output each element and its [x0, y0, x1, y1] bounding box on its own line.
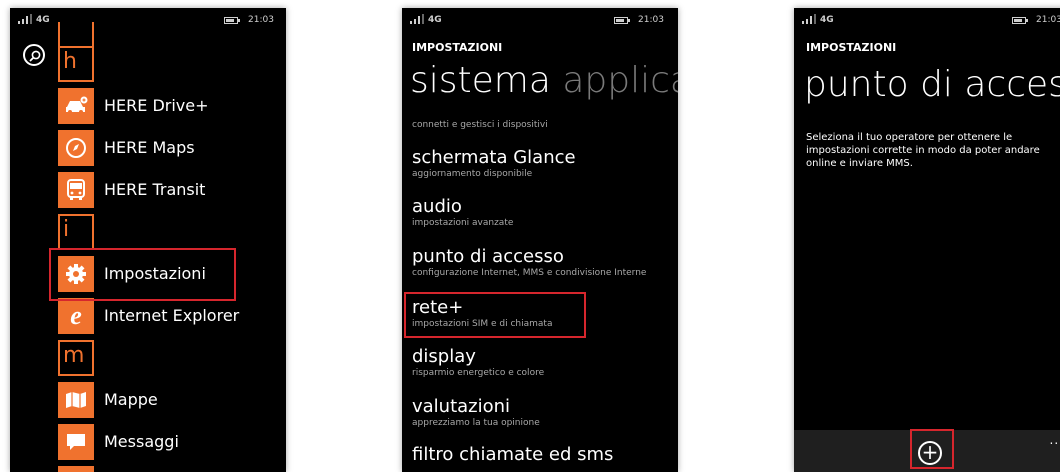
network-type: 4G — [428, 15, 442, 25]
settings-item-title: punto di accesso — [412, 246, 564, 267]
letter-tile-i[interactable]: i — [58, 214, 94, 250]
letter-tile-m[interactable]: m — [58, 340, 94, 376]
page-header: IMPOSTAZIONI — [412, 41, 503, 54]
settings-item-valutazioni[interactable]: valutazioni apprezziamo la tua opinione — [412, 396, 540, 429]
signal-icon — [18, 14, 32, 24]
settings-item-title: schermata Glance — [412, 147, 576, 168]
app-here-drive[interactable]: HERE Drive+ — [58, 88, 278, 124]
settings-item-filtro-chiamate[interactable]: filtro chiamate ed sms — [412, 444, 613, 466]
app-internet-explorer[interactable]: e Internet Explorer — [58, 298, 278, 334]
app-mappe[interactable]: Mappe — [58, 382, 278, 418]
phone-screen-access-point: 4G 21:03 IMPOSTAZIONI punto di acces Sel… — [794, 8, 1060, 472]
page-header: IMPOSTAZIONI — [806, 41, 897, 54]
app-messaggi[interactable]: Messaggi — [58, 424, 278, 460]
status-time: 21:03 — [1036, 15, 1060, 25]
app-label: HERE Drive+ — [104, 96, 209, 115]
status-bar: 4G 21:03 — [794, 8, 1060, 30]
app-icon — [58, 466, 94, 472]
message-icon — [58, 424, 94, 460]
car-icon — [58, 88, 94, 124]
letter-tile-g[interactable] — [58, 22, 94, 48]
highlight-box — [910, 429, 954, 469]
settings-item-display[interactable]: display risparmio energetico e colore — [412, 346, 544, 379]
settings-item-title: display — [412, 346, 476, 367]
settings-item-subtitle: configurazione Internet, MMS e condivisi… — [412, 268, 647, 278]
settings-item-subtitle: risparmio energetico e colore — [412, 368, 545, 378]
pivot-tab-applicazioni[interactable]: applica — [562, 60, 678, 101]
battery-icon — [614, 17, 630, 24]
page-description: Seleziona il tuo operatore per ottenere … — [806, 132, 1040, 169]
letter-tile-h[interactable]: h — [58, 46, 94, 82]
more-options-button[interactable]: ... — [1050, 433, 1060, 447]
settings-item-subtitle: impostazioni avanzate — [412, 218, 514, 228]
bus-icon — [58, 172, 94, 208]
settings-item-glance[interactable]: schermata Glance aggiornamento disponibi… — [412, 147, 576, 180]
app-label: Mappe — [104, 390, 158, 409]
network-type: 4G — [36, 15, 50, 25]
settings-item-subtitle: aggiornamento disponibile — [412, 169, 533, 179]
pivot-tab-sistema[interactable]: sistema — [410, 60, 551, 101]
status-bar: 4G 21:03 — [10, 8, 286, 30]
app-label: HERE Transit — [104, 180, 206, 199]
page-title: punto di acces — [804, 64, 1060, 105]
signal-icon — [410, 14, 424, 24]
status-time: 21:03 — [248, 15, 274, 25]
phone-screen-settings: 4G 21:03 IMPOSTAZIONI sistema applica co… — [402, 8, 678, 472]
battery-icon — [224, 17, 240, 24]
settings-item-title: valutazioni — [412, 396, 511, 417]
app-next-partial[interactable] — [58, 466, 278, 472]
highlight-box — [404, 292, 586, 338]
settings-item-title: audio — [412, 196, 462, 217]
settings-item-audio[interactable]: audio impostazioni avanzate — [412, 196, 513, 229]
settings-item-title: filtro chiamate ed sms — [412, 444, 614, 465]
network-type: 4G — [820, 15, 834, 25]
app-label: Internet Explorer — [104, 306, 240, 325]
app-here-maps[interactable]: HERE Maps — [58, 130, 278, 166]
signal-icon — [802, 14, 816, 24]
battery-icon — [1012, 17, 1028, 24]
highlight-box — [49, 248, 236, 301]
settings-item-subtitle: connetti e gestisci i dispositivi — [412, 120, 548, 130]
phone-screen-app-list: 4G 21:03 h HERE Drive+ HERE Maps HERE Tr… — [10, 8, 286, 472]
settings-item-punto-di-accesso[interactable]: punto di accesso configurazione Internet… — [412, 246, 646, 279]
compass-icon — [58, 130, 94, 166]
app-label: Messaggi — [104, 432, 179, 451]
map-icon — [58, 382, 94, 418]
settings-item-subtitle: apprezziamo la tua opinione — [412, 418, 540, 428]
status-bar: 4G 21:03 — [402, 8, 678, 30]
app-label: HERE Maps — [104, 138, 195, 157]
pivot-header: sistema applica — [410, 60, 678, 101]
internet-explorer-icon: e — [58, 298, 94, 334]
app-here-transit[interactable]: HERE Transit — [58, 172, 278, 208]
search-button[interactable] — [23, 44, 45, 66]
search-icon — [29, 50, 41, 62]
status-time: 21:03 — [638, 15, 664, 25]
